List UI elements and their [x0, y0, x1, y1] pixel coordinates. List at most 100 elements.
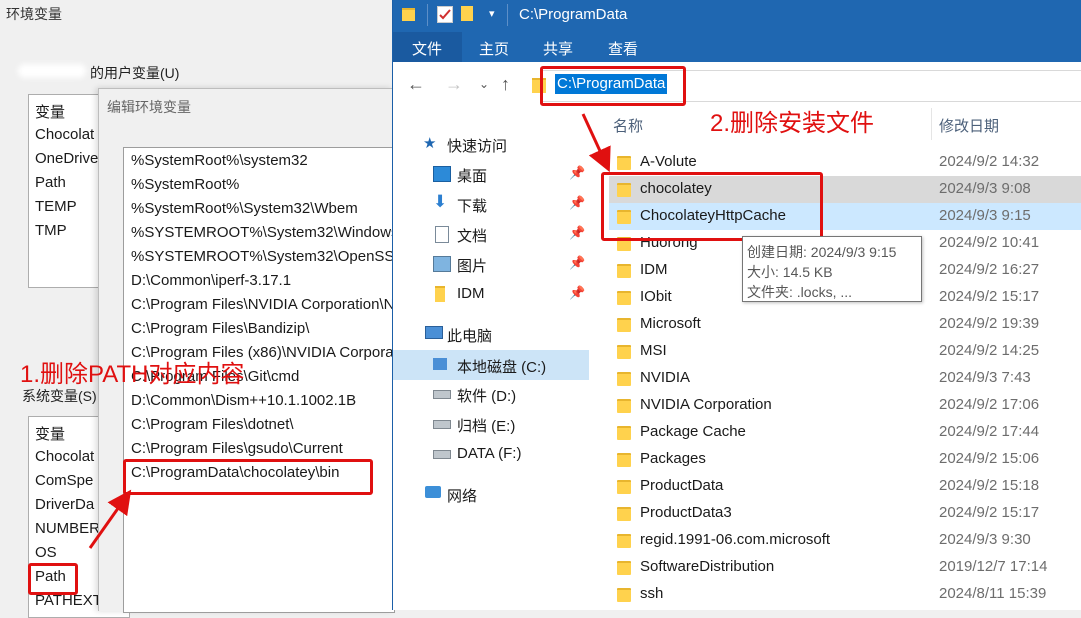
nav-documents[interactable]: 文档 📌 [393, 220, 589, 248]
folder-row[interactable]: MSI 2024/9/2 14:25 [609, 338, 1081, 365]
explorer-titlebar: ▾ C:\ProgramData [393, 0, 1081, 32]
folder-row[interactable]: SoftwareDistribution 2019/12/7 17:14 [609, 554, 1081, 581]
path-entry[interactable]: %SYSTEMROOT%\System32\OpenSSH\ [131, 248, 394, 265]
nav-drive-c[interactable]: 本地磁盘 (C:) [393, 350, 589, 380]
folder-name: ProductData3 [640, 504, 732, 521]
tab-view[interactable]: 查看 [608, 38, 638, 59]
folder-date: 2024/9/2 14:25 [939, 342, 1040, 359]
folder-icon [617, 588, 631, 602]
nav-label: 网络 [447, 488, 478, 505]
recent-locations-chevron-icon[interactable]: ⌄ [479, 77, 489, 91]
folder-date: 2024/8/11 15:39 [939, 585, 1047, 602]
path-entry[interactable]: %SYSTEMROOT%\System32\WindowsPowerShell\… [131, 224, 394, 241]
folder-icon [435, 286, 445, 302]
tab-file-label: 文件 [412, 41, 443, 58]
list-item[interactable]: Path [35, 174, 66, 191]
folder-date: 2024/9/2 15:18 [939, 477, 1040, 494]
folder-row[interactable]: ProductData 2024/9/2 15:18 [609, 473, 1081, 500]
pin-icon[interactable]: 📌 [569, 195, 585, 211]
path-entry[interactable]: D:\Common\Dism++10.1.1002.1B [131, 392, 356, 409]
tab-file[interactable]: 文件 [393, 32, 462, 62]
list-item[interactable]: NUMBER [35, 520, 100, 537]
folder-row[interactable]: ProductData3 2024/9/2 15:17 [609, 500, 1081, 527]
folder-date: 2024/9/3 9:30 [939, 531, 1031, 548]
window-title: C:\ProgramData [519, 6, 628, 23]
pin-icon[interactable]: 📌 [569, 255, 585, 271]
nav-drive-e[interactable]: 归档 (E:) [393, 410, 589, 438]
navigation-pane: ★ 快速访问 桌面 📌 ⬇ 下载 📌 文档 📌 图片 📌 IDM 📌 此电脑 本… [393, 108, 589, 610]
list-item[interactable]: Chocolat [35, 126, 94, 143]
tab-share[interactable]: 共享 [543, 38, 573, 59]
folder-icon [617, 291, 631, 305]
folder-icon [617, 264, 631, 278]
list-item[interactable]: TMP [35, 222, 67, 239]
nav-quick-access[interactable]: ★ 快速访问 [393, 130, 589, 158]
network-icon [425, 486, 441, 498]
path-entry[interactable]: D:\Common\iperf-3.17.1 [131, 272, 291, 289]
path-entry[interactable]: C:\Program Files\gsudo\Current [131, 440, 343, 457]
folder-date: 2024/9/2 14:32 [939, 153, 1040, 170]
list-header: 变量 [35, 104, 66, 121]
list-item[interactable]: DriverDa [35, 496, 94, 513]
folder-icon [617, 372, 631, 386]
folder-icon [617, 480, 631, 494]
nav-drive-d[interactable]: 软件 (D:) [393, 380, 589, 408]
star-icon: ★ [423, 135, 437, 152]
folder-date: 2024/9/2 15:17 [939, 504, 1040, 521]
folder-row[interactable]: Microsoft 2024/9/2 19:39 [609, 311, 1081, 338]
column-header-name[interactable]: 名称 [613, 115, 643, 136]
tab-home[interactable]: 主页 [479, 38, 509, 59]
column-divider[interactable] [931, 108, 932, 140]
list-item[interactable]: TEMP [35, 198, 77, 215]
nav-drive-f[interactable]: DATA (F:) [393, 440, 589, 468]
pin-icon[interactable]: 📌 [569, 285, 585, 301]
highlight-chocolatey-path [123, 459, 373, 495]
path-entry[interactable]: %SystemRoot%\system32 [131, 152, 308, 169]
nav-network[interactable]: 网络 [393, 480, 589, 508]
folder-date: 2019/12/7 17:14 [939, 558, 1048, 575]
properties-icon[interactable] [437, 6, 453, 23]
folder-row[interactable]: Package Cache 2024/9/2 17:44 [609, 419, 1081, 446]
nav-this-pc[interactable]: 此电脑 [393, 320, 589, 348]
list-item[interactable]: Chocolat [35, 448, 94, 465]
folder-row[interactable]: NVIDIA 2024/9/3 7:43 [609, 365, 1081, 392]
up-arrow-icon[interactable]: ↑ [501, 74, 510, 95]
folder-name: regid.1991-06.com.microsoft [640, 531, 831, 548]
path-entry[interactable]: %SystemRoot% [131, 176, 239, 193]
new-folder-icon[interactable] [461, 6, 473, 21]
path-entry[interactable]: C:\Program Files\dotnet\ [131, 416, 294, 433]
nav-desktop[interactable]: 桌面 📌 [393, 160, 589, 188]
list-item[interactable]: ComSpe [35, 472, 93, 489]
path-entry[interactable]: %SystemRoot%\System32\Wbem [131, 200, 358, 217]
folder-name: MSI [640, 342, 667, 359]
document-icon [435, 226, 449, 243]
list-item[interactable]: OneDrive [35, 150, 98, 167]
folder-name: Package Cache [640, 423, 746, 440]
folder-row[interactable]: ssh 2024/8/11 15:39 [609, 581, 1081, 608]
folder-icon [617, 453, 631, 467]
window-title: 环境变量 [6, 6, 62, 22]
pin-icon[interactable]: 📌 [569, 165, 585, 181]
folder-row[interactable]: Packages 2024/9/2 15:06 [609, 446, 1081, 473]
highlight-chocolatey-folders [601, 172, 823, 241]
back-arrow-icon[interactable]: ← [407, 74, 425, 95]
path-entry[interactable]: C:\Program Files\Bandizip\ [131, 320, 309, 337]
path-entry[interactable]: C:\Program Files\NVIDIA Corporation\NVID… [131, 296, 394, 313]
pin-icon[interactable]: 📌 [569, 225, 585, 241]
folder-row[interactable]: NVIDIA Corporation 2024/9/2 17:06 [609, 392, 1081, 419]
nav-idm[interactable]: IDM 📌 [393, 280, 589, 308]
folder-name: Microsoft [640, 315, 701, 332]
folder-date: 2024/9/2 15:06 [939, 450, 1040, 467]
edit-env-var-dialog: 编辑环境变量 %SystemRoot%\system32 %SystemRoot… [98, 88, 395, 613]
nav-pictures[interactable]: 图片 📌 [393, 250, 589, 278]
folder-icon [617, 399, 631, 413]
nav-label: 软件 (D:) [457, 388, 517, 405]
column-header-date[interactable]: 修改日期 [939, 115, 999, 136]
dialog-title: 编辑环境变量 [107, 99, 191, 115]
quick-access-toolbar-dropdown-icon[interactable]: ▾ [489, 7, 495, 20]
folder-icon [617, 534, 631, 548]
list-item[interactable]: OS [35, 544, 57, 561]
folder-row[interactable]: regid.1991-06.com.microsoft 2024/9/3 9:30 [609, 527, 1081, 554]
nav-downloads[interactable]: ⬇ 下载 📌 [393, 190, 589, 218]
forward-arrow-icon[interactable]: → [445, 74, 463, 95]
